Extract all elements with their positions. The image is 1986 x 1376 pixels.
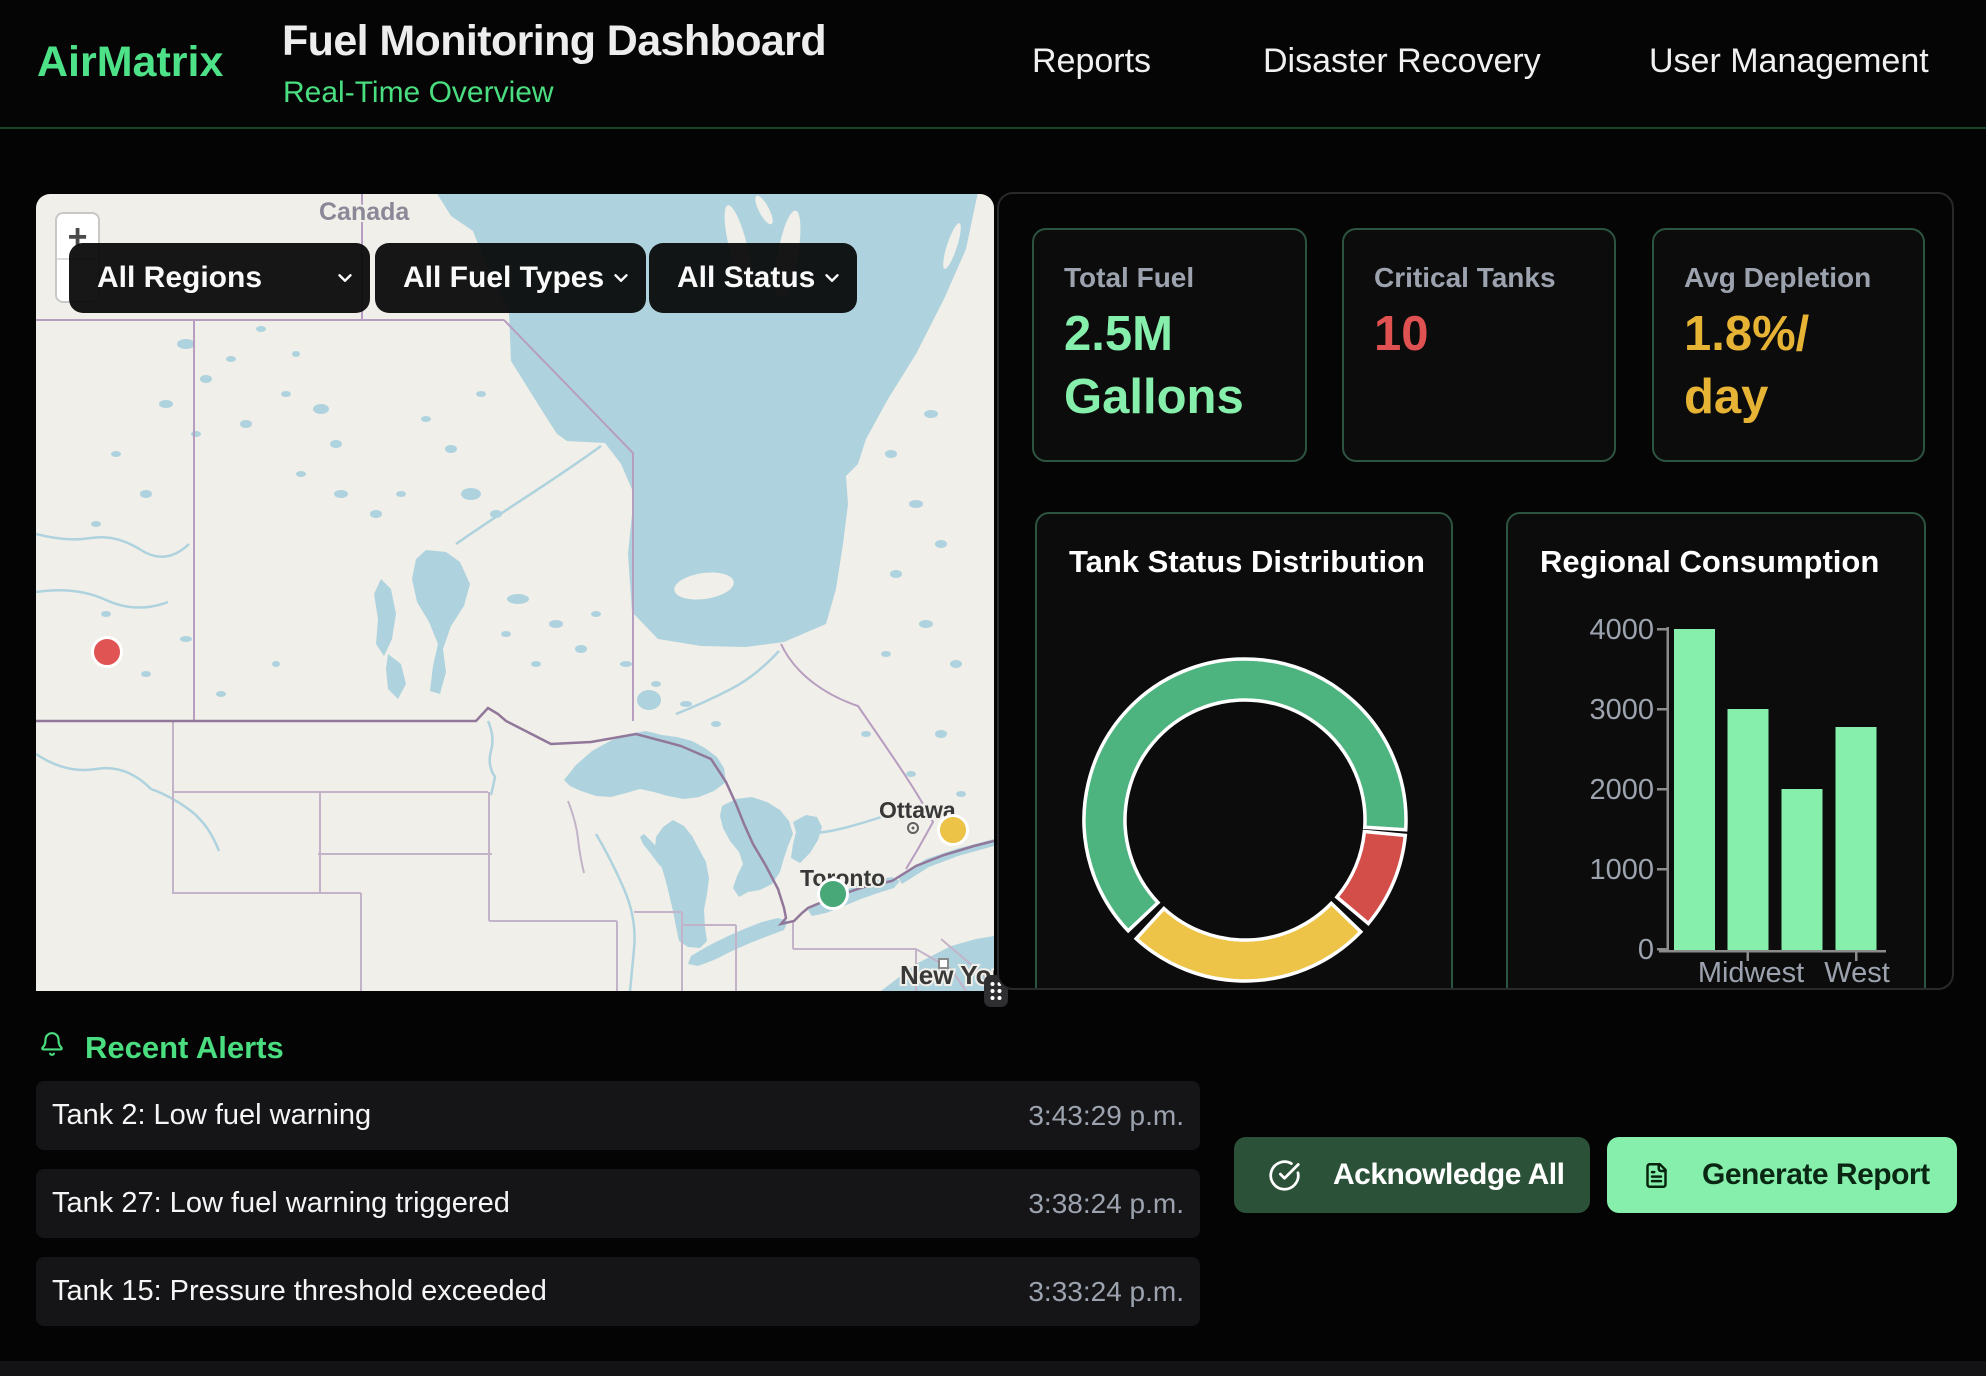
svg-text:Midwest: Midwest: [1698, 957, 1804, 989]
svg-text:West: West: [1824, 957, 1890, 989]
svg-text:Canada: Canada: [319, 198, 410, 226]
svg-text:0: 0: [1638, 934, 1654, 966]
svg-text:2000: 2000: [1589, 774, 1654, 806]
svg-text:3000: 3000: [1589, 694, 1654, 726]
svg-text:1000: 1000: [1589, 854, 1654, 886]
svg-text:4000: 4000: [1589, 614, 1654, 646]
